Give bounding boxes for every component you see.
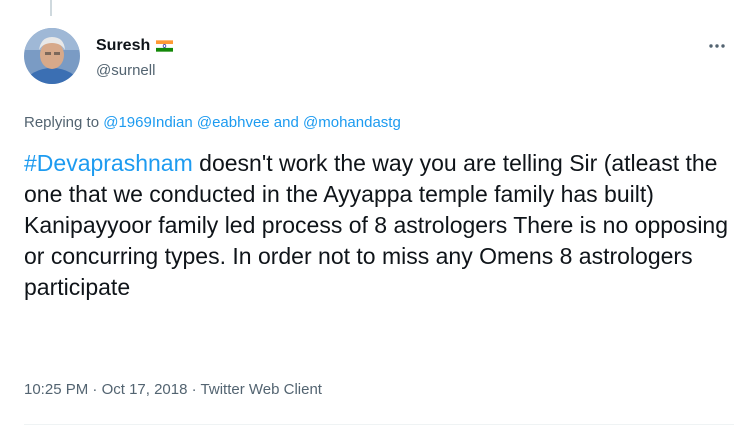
hashtag-link[interactable]: #Devaprashnam	[24, 150, 193, 176]
replying-to-prefix: Replying to	[24, 114, 104, 131]
author-name[interactable]: Suresh	[96, 37, 150, 55]
mention-link[interactable]: @mohandastg	[303, 114, 401, 131]
profile-photo	[24, 28, 80, 84]
tweet-meta: 10:25 PM · Oct 17, 2018 · Twitter Web Cl…	[24, 381, 322, 398]
author-handle[interactable]: @surnell	[96, 62, 155, 79]
more-options-button[interactable]	[700, 34, 734, 58]
mention-link[interactable]: @1969Indian	[103, 114, 192, 131]
india-flag-icon	[156, 40, 174, 52]
replying-to-line: Replying to @1969Indian @eabhvee and @mo…	[24, 114, 401, 131]
avatar[interactable]	[24, 28, 80, 84]
tweet-text: #Devaprashnam doesn't work the way you a…	[24, 148, 734, 303]
meta-separator: ·	[187, 381, 201, 398]
author-name-row[interactable]: Suresh	[96, 37, 174, 55]
mention-joiner: and	[269, 114, 304, 131]
meta-separator: ·	[88, 381, 102, 398]
tweet-source[interactable]: Twitter Web Client	[201, 381, 322, 398]
thread-connector-line	[50, 0, 52, 16]
more-horizontal-icon	[709, 44, 725, 48]
tweet-time[interactable]: 10:25 PM	[24, 381, 88, 398]
tweet-date[interactable]: Oct 17, 2018	[102, 381, 188, 398]
divider	[24, 424, 734, 425]
mention-link[interactable]: @eabhvee	[197, 114, 270, 131]
